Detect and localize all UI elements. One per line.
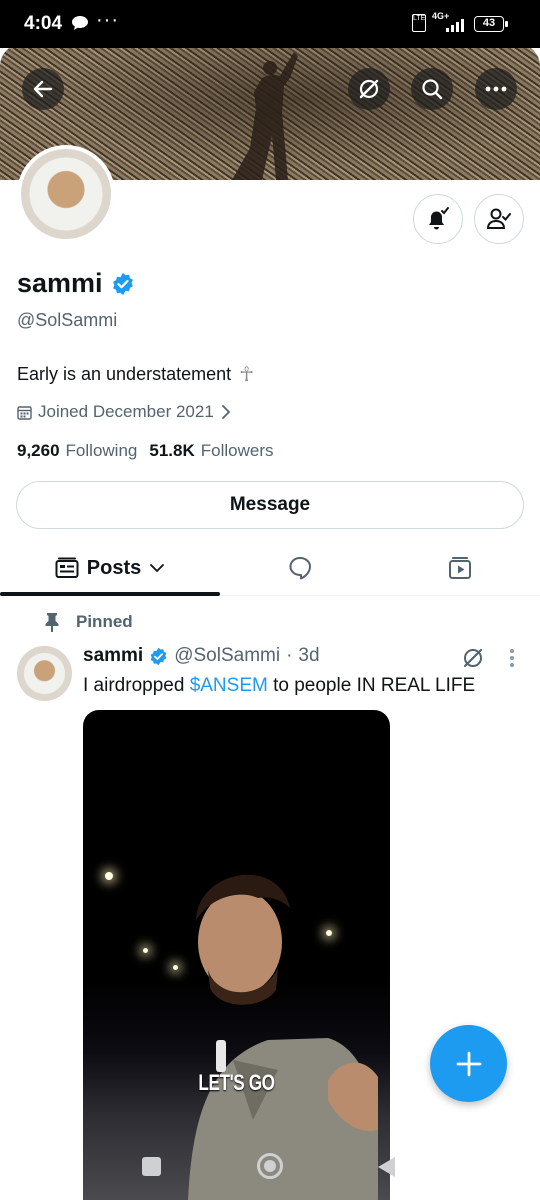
- tab-posts[interactable]: Posts: [0, 540, 220, 596]
- post-author-handle[interactable]: @SolSammi: [174, 645, 280, 667]
- back-button[interactable]: [22, 68, 64, 110]
- battery-level: 43: [474, 16, 504, 32]
- more-vertical-icon: [510, 649, 514, 667]
- post-author-name[interactable]: sammi: [83, 645, 143, 667]
- followers-link[interactable]: 51.8K Followers: [149, 441, 273, 461]
- profile-handle: @SolSammi: [17, 310, 118, 330]
- post-text-after: to people IN REAL LIFE: [267, 675, 476, 696]
- post-separator: ·: [286, 645, 293, 666]
- message-button[interactable]: Message: [16, 481, 524, 529]
- post-age[interactable]: 3d: [298, 645, 319, 667]
- profile-name: sammi: [17, 268, 103, 298]
- street-light: [105, 872, 113, 880]
- grok-button[interactable]: [348, 68, 390, 110]
- post-grok-button[interactable]: [462, 647, 484, 674]
- following-button[interactable]: [474, 194, 524, 244]
- recent-apps-button[interactable]: [142, 1157, 161, 1176]
- bio-text: Early is an understatement: [17, 364, 232, 384]
- street-light: [143, 948, 148, 953]
- followers-count: 51.8K: [149, 441, 195, 460]
- status-more-dots: ···: [96, 9, 119, 31]
- back-arrow-icon: [33, 80, 53, 98]
- calendar-icon: [17, 405, 32, 420]
- grok-icon: [463, 648, 483, 668]
- follow-stats: 9,260 Following 51.8K Followers: [17, 441, 273, 461]
- active-tab-indicator: [0, 592, 220, 596]
- search-icon: [422, 79, 443, 100]
- following-count: 9,260: [17, 441, 60, 460]
- status-time: 4:04: [24, 13, 63, 34]
- grok-icon: [359, 79, 379, 99]
- bell-check-icon: [429, 207, 449, 230]
- media-video-icon: [449, 557, 471, 579]
- post-text-before: I airdropped: [83, 675, 190, 696]
- post-header: sammi @SolSammi · 3d: [83, 645, 320, 667]
- battery-icon: [505, 21, 508, 27]
- profile-avatar[interactable]: [17, 145, 115, 243]
- tab-replies[interactable]: [220, 540, 380, 596]
- post-cashtag-link[interactable]: $ANSEM: [190, 675, 268, 696]
- following-label: Following: [65, 441, 138, 460]
- verified-badge-icon[interactable]: [111, 272, 135, 296]
- status-bar: 4:04 ··· LTE 4G+ 43: [0, 0, 540, 48]
- chevron-down-icon: [150, 564, 165, 573]
- plus-icon: [456, 1051, 481, 1076]
- message-bubble-icon: [72, 16, 88, 30]
- home-button[interactable]: [257, 1153, 283, 1179]
- verified-badge-icon: [150, 647, 167, 665]
- followers-label: Followers: [200, 441, 274, 460]
- pinned-indicator: Pinned: [44, 612, 133, 632]
- search-button[interactable]: [411, 68, 453, 110]
- following-link[interactable]: 9,260 Following: [17, 441, 137, 461]
- system-back-button[interactable]: [378, 1157, 395, 1177]
- post-video[interactable]: LET'S GO: [83, 710, 390, 1200]
- compose-post-button[interactable]: [430, 1025, 507, 1102]
- post-text: I airdropped $ANSEM to people IN REAL LI…: [83, 675, 475, 697]
- chevron-right-icon: [221, 405, 231, 419]
- signal-icon: [446, 19, 464, 32]
- post-avatar[interactable]: [17, 646, 72, 701]
- video-caption: LET'S GO: [198, 1070, 275, 1095]
- post-more-button[interactable]: [509, 648, 515, 673]
- profile-tabs: Posts: [0, 540, 540, 596]
- joined-date-link[interactable]: Joined December 2021: [17, 402, 232, 422]
- video-person: [188, 874, 378, 1200]
- more-button[interactable]: [475, 68, 517, 110]
- banner-silhouette: [232, 52, 298, 180]
- tab-posts-label: Posts: [86, 556, 142, 579]
- person-check-icon: [486, 208, 511, 229]
- more-horizontal-icon: [485, 86, 507, 92]
- pin-icon: [45, 613, 59, 632]
- profile-bio: Early is an understatement ☥: [17, 362, 254, 387]
- ankh-emoji: ☥: [239, 364, 255, 386]
- volte-icon: LTE: [412, 14, 426, 32]
- profile-name-row: sammi: [17, 268, 135, 299]
- tab-media[interactable]: [380, 540, 540, 596]
- posts-feed-icon: [55, 557, 79, 578]
- pinned-label: Pinned: [76, 612, 133, 631]
- joined-date: Joined December 2021: [38, 402, 214, 421]
- notifications-button[interactable]: [413, 194, 463, 244]
- home-dot: [264, 1160, 276, 1172]
- reply-bubble-icon: [289, 557, 311, 580]
